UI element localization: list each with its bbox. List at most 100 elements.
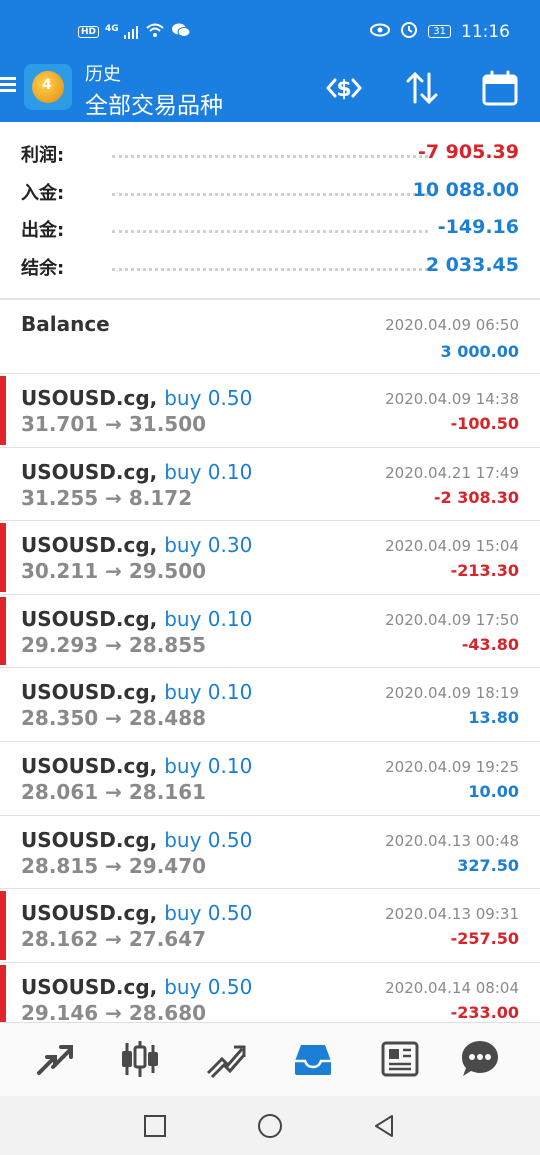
tab-news[interactable]	[378, 1037, 422, 1081]
trade-action: buy 0.10	[164, 459, 253, 484]
deposit-value: 10 088.00	[412, 178, 519, 201]
page-title[interactable]: 全部交易品种	[85, 86, 223, 120]
balance-title: Balance	[21, 312, 110, 336]
trade-symbol: USOUSD.cg,	[21, 533, 158, 558]
clock: 11:16	[461, 21, 510, 42]
trade-action: buy 0.10	[164, 606, 253, 631]
bottom-tab-bar	[0, 1022, 540, 1096]
trend-icon	[206, 1045, 246, 1079]
trade-prices: 28.061 → 28.161	[21, 779, 207, 804]
trade-row[interactable]: USOUSD.cg, buy 0.30 30.211 → 29.500 2020…	[0, 521, 540, 595]
recents-button[interactable]	[141, 1112, 169, 1140]
page-subtitle: 历史	[85, 64, 121, 85]
withdrawal-value: -149.16	[437, 216, 519, 238]
trade-row[interactable]: USOUSD.cg, buy 0.50 28.815 → 29.470 2020…	[0, 816, 540, 890]
loss-marker	[0, 596, 6, 666]
trade-action: buy 0.50	[164, 901, 253, 926]
eye-icon	[370, 22, 391, 42]
trade-profit: -100.50	[450, 414, 519, 433]
summary-row-withdrawal: 出金: -149.16	[21, 216, 519, 241]
dollar-exchange-icon[interactable]: $	[322, 66, 366, 110]
trade-symbol: USOUSD.cg,	[21, 606, 158, 631]
sort-icon[interactable]	[400, 66, 444, 110]
trade-profit: -233.00	[450, 1002, 519, 1022]
tab-trade[interactable]	[204, 1037, 248, 1081]
trade-symbol: USOUSD.cg,	[21, 901, 158, 926]
trade-prices: 31.701 → 31.500	[21, 412, 207, 436]
trade-time: 2020.04.09 15:04	[385, 537, 519, 556]
trade-prices: 29.293 → 28.855	[21, 632, 207, 657]
app-header: HD 4G 31 11:16 4 历史 全部交易品种 $	[0, 0, 540, 122]
tab-chat[interactable]	[458, 1037, 502, 1081]
balance-time: 2020.04.09 06:50	[385, 316, 519, 334]
wifi-icon	[145, 22, 165, 41]
tab-quotes[interactable]	[33, 1037, 77, 1081]
trade-symbol: USOUSD.cg,	[21, 386, 158, 410]
summary-panel: 利润: -7 905.39 入金: 10 088.00 出金: -149.16 …	[0, 135, 540, 285]
trade-time: 2020.04.14 08:04	[385, 978, 519, 997]
trade-time: 2020.04.09 18:19	[385, 684, 519, 703]
balance-row[interactable]: Balance 2020.04.09 06:50 3 000.00	[0, 300, 540, 374]
profit-value: -7 905.39	[417, 141, 519, 163]
summary-row-deposit: 入金: 10 088.00	[21, 178, 519, 204]
trade-prices: 28.815 → 29.470	[21, 853, 207, 878]
tab-charts[interactable]	[118, 1037, 162, 1081]
summary-row-profit: 利润: -7 905.39	[21, 141, 519, 166]
chat-icon	[462, 1041, 498, 1076]
summary-row-balance: 结余: 2 033.45	[21, 253, 519, 279]
trade-symbol: USOUSD.cg,	[21, 827, 158, 852]
loss-marker	[0, 376, 6, 445]
trade-action: buy 0.10	[164, 753, 253, 778]
trade-profit: 10.00	[468, 781, 519, 801]
trade-prices: 30.211 → 29.500	[21, 559, 207, 584]
trade-row[interactable]: USOUSD.cg, buy 0.50 28.162 → 27.647 2020…	[0, 889, 540, 963]
trade-row[interactable]: USOUSD.cg, buy 0.10 28.350 → 28.488 2020…	[0, 668, 540, 742]
system-nav-bar	[0, 1096, 540, 1155]
trade-row[interactable]: USOUSD.cg, buy 0.10 31.255 → 8.172 2020.…	[0, 448, 540, 522]
loss-marker	[0, 891, 6, 960]
trade-prices: 31.255 → 8.172	[21, 485, 193, 510]
trade-profit: 327.50	[457, 855, 519, 875]
trade-time: 2020.04.13 00:48	[385, 831, 519, 850]
trade-time: 2020.04.13 09:31	[385, 905, 519, 924]
battery-indicator: 31	[428, 25, 451, 38]
history-screen: HD 4G 31 11:16 4 历史 全部交易品种 $ 利润: -7 905.…	[0, 0, 540, 1155]
trade-row[interactable]: USOUSD.cg, buy 0.10 28.061 → 28.161 2020…	[0, 742, 540, 816]
candlestick-icon	[122, 1041, 158, 1077]
trade-profit: -257.50	[450, 929, 519, 949]
trade-profit: -213.30	[450, 561, 519, 581]
trade-profit: -43.80	[461, 634, 519, 654]
history-list: Balance 2020.04.09 06:50 3 000.00 USOUSD…	[0, 300, 540, 1037]
loss-marker	[0, 523, 6, 592]
trade-prices: 28.162 → 27.647	[21, 927, 207, 952]
trade-time: 2020.04.09 19:25	[385, 757, 519, 776]
calendar-icon[interactable]	[478, 66, 522, 110]
back-button[interactable]	[370, 1112, 398, 1140]
wechat-icon	[171, 22, 191, 41]
trade-prices: 28.350 → 28.488	[21, 706, 207, 731]
inbox-icon	[295, 1045, 331, 1075]
trade-symbol: USOUSD.cg,	[21, 459, 158, 484]
trade-profit: -2 308.30	[433, 487, 519, 507]
tab-history[interactable]	[291, 1037, 335, 1081]
metatrader-logo: 4	[24, 64, 72, 110]
hd-indicator: HD	[78, 25, 100, 38]
network-indicator: 4G	[105, 24, 139, 40]
trade-symbol: USOUSD.cg,	[21, 974, 158, 999]
trade-time: 2020.04.09 14:38	[385, 390, 519, 408]
trade-row[interactable]: USOUSD.cg, buy 0.10 29.293 → 28.855 2020…	[0, 595, 540, 669]
trade-row[interactable]: USOUSD.cg, buy 0.50 31.701 → 31.500 2020…	[0, 374, 540, 448]
trade-action: buy 0.50	[164, 386, 253, 410]
trade-time: 2020.04.09 17:50	[385, 610, 519, 629]
newspaper-icon	[381, 1041, 419, 1077]
trade-action: buy 0.50	[164, 827, 253, 852]
balance-amount: 3 000.00	[440, 342, 519, 361]
trade-profit: 13.80	[468, 708, 519, 728]
trade-time: 2020.04.21 17:49	[385, 463, 519, 482]
menu-icon[interactable]	[0, 74, 18, 100]
trade-symbol: USOUSD.cg,	[21, 680, 158, 705]
home-button[interactable]	[256, 1112, 284, 1140]
trade-action: buy 0.50	[164, 974, 253, 999]
svg-text:$: $	[336, 77, 351, 102]
status-bar: HD 4G 31 11:16	[0, 0, 540, 62]
